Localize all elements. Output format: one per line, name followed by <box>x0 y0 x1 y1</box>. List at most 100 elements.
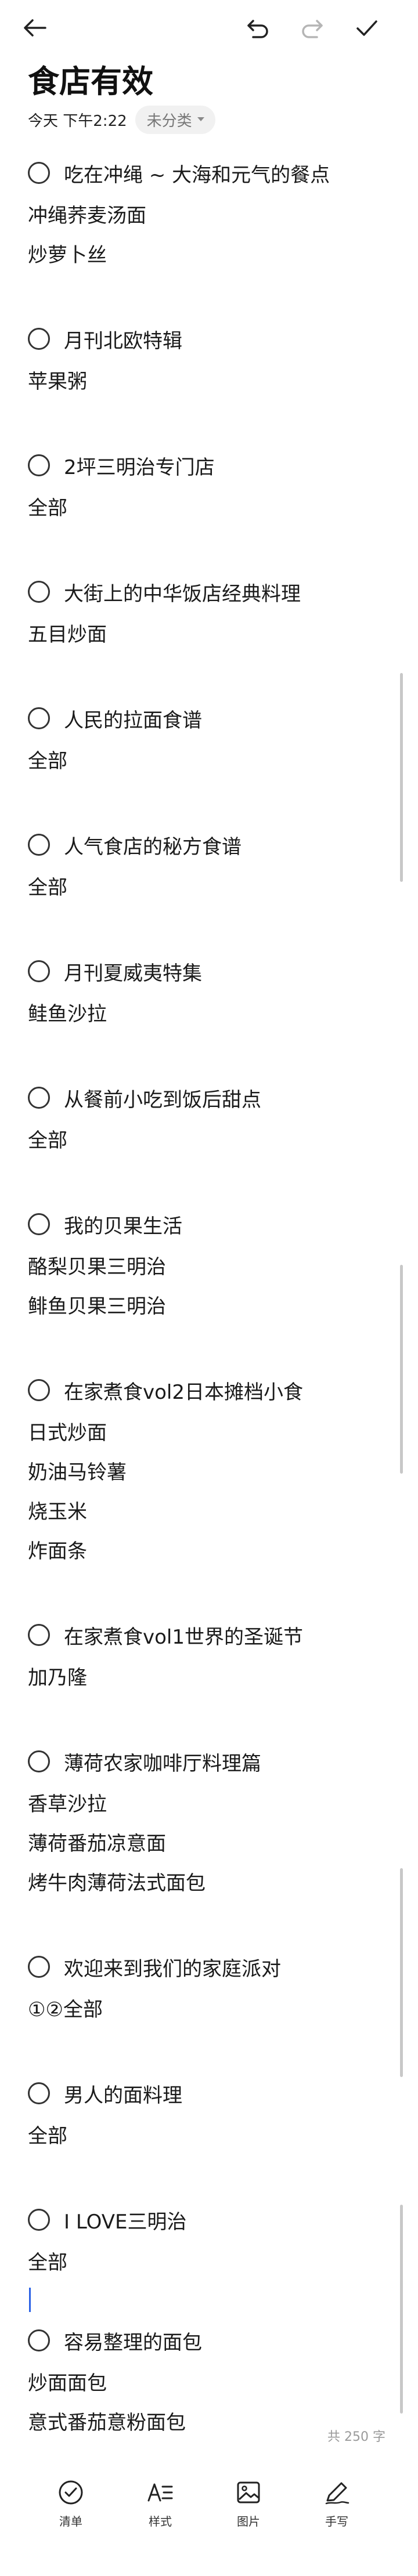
checkbox[interactable] <box>28 328 50 350</box>
note-line[interactable]: 苹果粥 <box>28 360 399 399</box>
text-cursor <box>29 2288 31 2312</box>
checklist-item: 男人的面料理 全部 <box>28 2072 399 2199</box>
note-line[interactable]: 烤牛肉薄荷法式面包 <box>28 1861 399 1901</box>
empty-line[interactable] <box>28 399 399 444</box>
empty-line[interactable] <box>28 905 399 950</box>
back-arrow-icon[interactable] <box>19 12 51 44</box>
note-line[interactable]: 奶油马铃薯 <box>28 1450 399 1490</box>
note-line[interactable]: 全部 <box>28 2241 399 2280</box>
checkbox[interactable] <box>28 581 50 603</box>
checkbox[interactable] <box>28 2082 50 2104</box>
checklist-item-text[interactable]: 大街上的中华饭店经典料理 <box>64 578 301 606</box>
handwriting-button[interactable]: 手写 <box>302 2479 372 2529</box>
checklist-item: 我的贝果生活 酪梨贝果三明治 鲱鱼贝果三明治 <box>28 1203 399 1369</box>
note-line[interactable]: 薄荷番茄凉意面 <box>28 1822 399 1861</box>
note-date: 今天 下午2:22 <box>28 112 127 130</box>
checklist-item-text[interactable]: 欢迎来到我们的家庭派对 <box>64 1953 281 1981</box>
checkbox[interactable] <box>28 1213 50 1235</box>
checklist-item-text[interactable]: 从餐前小吃到饭后甜点 <box>64 1084 261 1112</box>
checklist-item-text[interactable]: 男人的面料理 <box>64 2079 182 2108</box>
checkbox[interactable] <box>28 960 50 982</box>
note-line[interactable]: 全部 <box>28 739 399 779</box>
note-line[interactable]: 烧玉米 <box>28 1490 399 1529</box>
empty-line[interactable] <box>28 2154 399 2199</box>
checklist-item-text[interactable]: 月刊夏威夷特集 <box>64 957 202 986</box>
note-line[interactable]: 全部 <box>28 486 399 526</box>
checkbox[interactable] <box>28 707 50 729</box>
checklist-item-text[interactable]: 容易整理的面包 <box>64 2327 202 2355</box>
checklist-item: 欢迎来到我们的家庭派对 ①②全部 <box>28 1946 399 2072</box>
empty-line[interactable] <box>28 779 399 824</box>
checkbox[interactable] <box>28 2329 50 2351</box>
note-content[interactable]: 吃在冲绳 ~ 大海和元气的餐点 冲绳荞麦汤面 炒萝卜丝 月刊北欧特辑 苹果粥 2… <box>28 152 399 2440</box>
checklist-item-text[interactable]: I LOVE三明治 <box>64 2206 186 2234</box>
empty-line[interactable] <box>28 652 399 697</box>
empty-line[interactable] <box>28 1324 399 1369</box>
checklist-item-text[interactable]: 2坪三明治专门店 <box>64 451 215 480</box>
checklist-item: 2坪三明治专门店 全部 <box>28 444 399 571</box>
checkbox[interactable] <box>28 1750 50 1772</box>
note-line[interactable]: 鲱鱼贝果三明治 <box>28 1285 399 1324</box>
note-line[interactable]: 炸面条 <box>28 1529 399 1569</box>
note-line[interactable]: 炒面面包 <box>28 2361 399 2401</box>
checklist-item-text[interactable]: 我的贝果生活 <box>64 1210 182 1239</box>
checkbox[interactable] <box>28 1956 50 1978</box>
checklist-item-text[interactable]: 在家煮食vol2日本摊档小食 <box>64 1376 303 1405</box>
empty-line[interactable] <box>28 1695 399 1741</box>
checkbox[interactable] <box>28 1087 50 1109</box>
scrollbar-thumb[interactable] <box>400 1265 403 1474</box>
cursor-line[interactable] <box>28 2280 399 2320</box>
note-title[interactable]: 食店有效 <box>28 56 153 102</box>
checklist-item-text[interactable]: 薄荷农家咖啡厅料理篇 <box>64 1748 261 1776</box>
checklist-item: 吃在冲绳 ~ 大海和元气的餐点 冲绳荞麦汤面 炒萝卜丝 <box>28 152 399 318</box>
checkbox[interactable] <box>28 162 50 184</box>
note-line[interactable]: 酪梨贝果三明治 <box>28 1245 399 1285</box>
scrollbar-thumb[interactable] <box>400 673 403 882</box>
empty-line[interactable] <box>28 273 399 318</box>
checklist-item-text[interactable]: 人气食店的秘方食谱 <box>64 831 242 859</box>
checklist-item: 人气食店的秘方食谱 全部 <box>28 824 399 950</box>
checkbox[interactable] <box>28 2209 50 2231</box>
note-line[interactable]: 炒萝卜丝 <box>28 233 399 273</box>
category-label: 未分类 <box>146 112 192 130</box>
style-button[interactable]: 样式 <box>125 2479 195 2529</box>
note-line[interactable]: 日式炒面 <box>28 1411 399 1450</box>
note-line[interactable]: 加乃隆 <box>28 1656 399 1695</box>
note-line[interactable]: 全部 <box>28 866 399 905</box>
checklist-item-text[interactable]: 人民的拉面食谱 <box>64 704 202 733</box>
chevron-down-icon <box>197 117 204 121</box>
empty-line[interactable] <box>28 2027 399 2072</box>
note-line[interactable]: 全部 <box>28 2114 399 2154</box>
checklist-item-text[interactable]: 在家煮食vol1世界的圣诞节 <box>64 1621 303 1649</box>
scrollbar-thumb[interactable] <box>400 1868 403 2077</box>
checklist-item: 月刊北欧特辑 苹果粥 <box>28 318 399 444</box>
checklist-item: 薄荷农家咖啡厅料理篇 香草沙拉 薄荷番茄凉意面 烤牛肉薄荷法式面包 <box>28 1741 399 1946</box>
note-meta: 今天 下午2:22 未分类 <box>28 104 215 135</box>
checkmark-icon[interactable] <box>351 12 383 44</box>
undo-icon[interactable] <box>242 12 274 44</box>
note-line[interactable]: 全部 <box>28 1119 399 1158</box>
note-line[interactable]: 冲绳荞麦汤面 <box>28 194 399 233</box>
checklist-label: 清单 <box>59 2515 82 2528</box>
redo-icon[interactable] <box>296 12 329 44</box>
checkbox[interactable] <box>28 1624 50 1646</box>
checkbox[interactable] <box>28 834 50 856</box>
handwriting-label: 手写 <box>325 2515 348 2528</box>
image-button[interactable]: 图片 <box>214 2479 283 2529</box>
empty-line[interactable] <box>28 526 399 571</box>
empty-line[interactable] <box>28 1569 399 1614</box>
note-line[interactable]: 鲑鱼沙拉 <box>28 992 399 1032</box>
checklist-item-text[interactable]: 月刊北欧特辑 <box>64 325 182 353</box>
checklist-button[interactable]: 清单 <box>36 2479 106 2529</box>
note-line[interactable]: ①②全部 <box>28 1988 399 2027</box>
checkbox[interactable] <box>28 454 50 476</box>
note-line[interactable]: 五目炒面 <box>28 613 399 652</box>
category-dropdown[interactable]: 未分类 <box>135 105 215 134</box>
empty-line[interactable] <box>28 1158 399 1203</box>
scrollbar-thumb[interactable] <box>400 2205 403 2414</box>
note-line[interactable]: 香草沙拉 <box>28 1782 399 1822</box>
checklist-item-text[interactable]: 吃在冲绳 ~ 大海和元气的餐点 <box>64 159 330 187</box>
empty-line[interactable] <box>28 1032 399 1077</box>
empty-line[interactable] <box>28 1901 399 1946</box>
checkbox[interactable] <box>28 1379 50 1401</box>
